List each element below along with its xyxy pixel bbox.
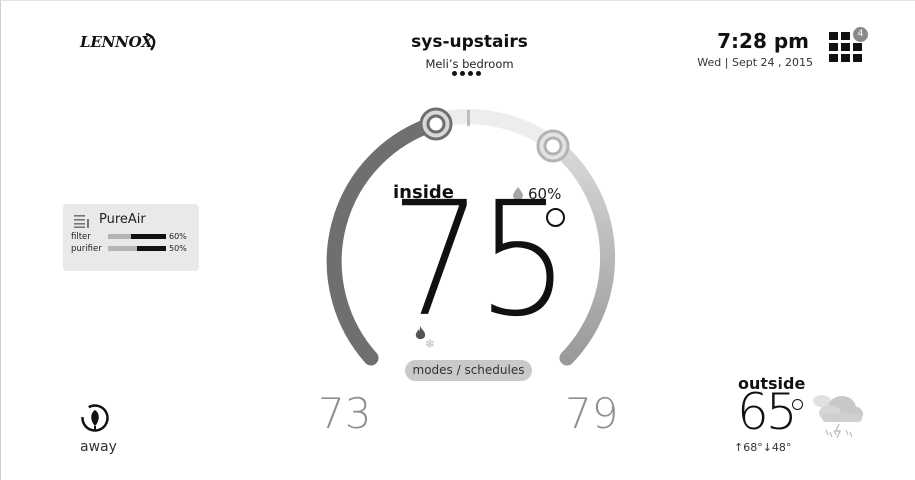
degree-symbol [546,208,565,227]
heat-setpoint-value[interactable]: 73 [318,393,371,435]
cool-setpoint-handle[interactable] [536,129,570,163]
pureair-panel[interactable]: PureAir filter 60% purifier 50% [63,204,199,271]
cool-setpoint-value[interactable]: 79 [565,393,618,435]
outdoor-temperature: 65 [737,383,798,441]
away-label[interactable]: away [80,439,117,455]
modes-schedules-button[interactable]: modes / schedules [405,360,532,381]
outdoor-degree-symbol [792,399,803,410]
filter-list-icon [74,215,89,228]
weather-storm-cloud-icon[interactable] [808,388,866,444]
heat-setpoint-handle[interactable] [419,107,453,141]
purifier-bar [108,246,166,251]
filter-percent: 60% [169,232,187,241]
filter-bar [108,234,166,239]
cool-range-arc[interactable] [552,142,615,366]
current-temp-tick [467,110,470,126]
filter-status-row: filter 60% [71,232,195,242]
filter-bar-fill [131,234,166,239]
purifier-status-row: purifier 50% [71,244,195,254]
pureair-title: PureAir [99,212,146,227]
purifier-bar-fill [137,246,166,251]
away-leaf-icon[interactable] [80,403,110,433]
filter-label: filter [71,232,91,242]
comfort-gap-arc [445,109,553,148]
indoor-temperature: 75 [390,168,570,352]
purifier-label: purifier [71,244,102,254]
snowflake-icon: ❄ [425,337,436,351]
outdoor-high-low: ↑68°↓48° [734,441,792,454]
purifier-percent: 50% [169,244,187,253]
